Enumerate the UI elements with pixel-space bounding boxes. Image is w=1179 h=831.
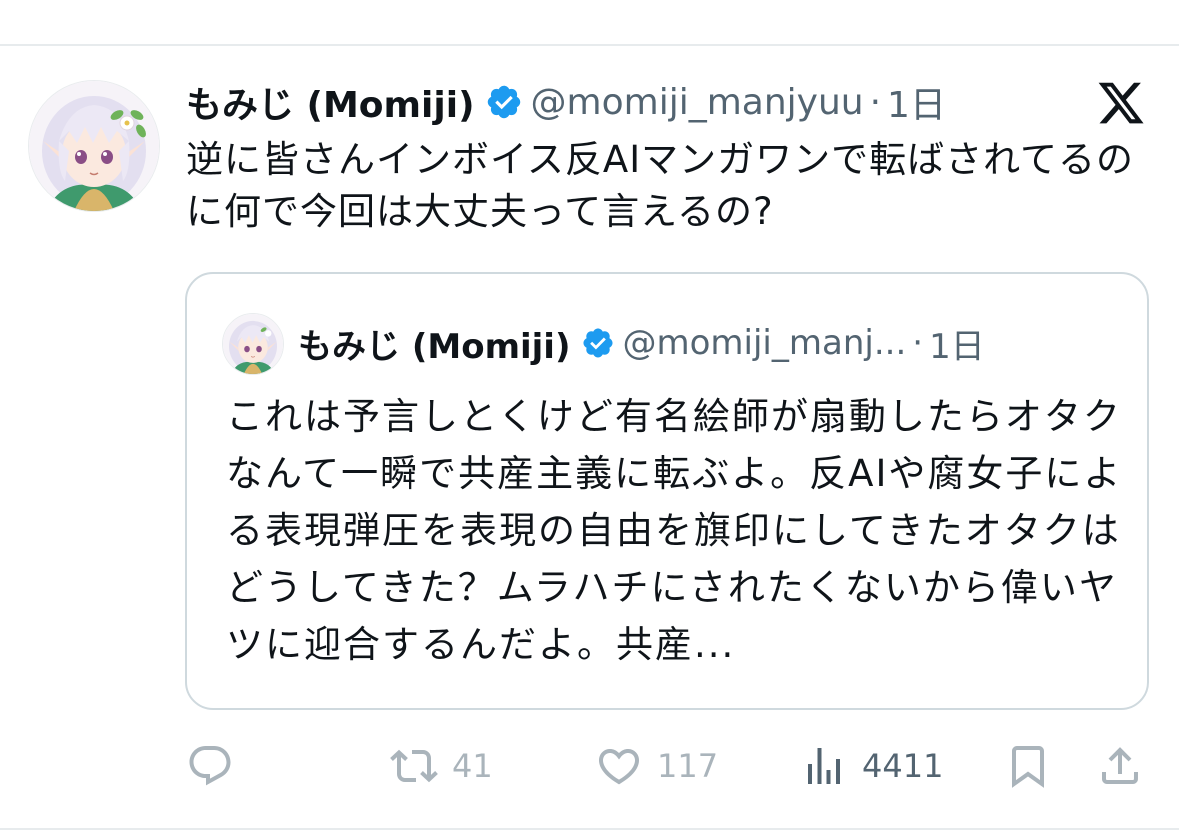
top-divider — [0, 44, 1179, 46]
retweet-icon — [390, 749, 438, 783]
avatar-image — [29, 81, 159, 211]
like-count: 117 — [657, 747, 719, 785]
view-count: 4411 — [862, 747, 944, 785]
quoted-separator-dot: · — [912, 323, 924, 363]
avatar[interactable] — [28, 80, 160, 212]
separator-dot: · — [869, 81, 882, 123]
bookmark-button[interactable] — [1004, 738, 1052, 794]
quoted-verified-badge-icon — [582, 328, 613, 358]
quoted-avatar-image — [223, 314, 283, 374]
like-button[interactable]: 117 — [595, 738, 718, 794]
bottom-divider — [0, 828, 1179, 830]
timestamp[interactable]: 1日 — [887, 76, 946, 128]
views-button[interactable]: 4411 — [800, 738, 943, 794]
action-bar: 41 117 4411 — [0, 738, 1179, 794]
display-name[interactable]: もみじ (Momiji) — [186, 76, 475, 128]
tweet-header: もみじ (Momiji) @momiji_manjyuu · 1日 — [186, 76, 946, 128]
bookmark-icon — [1012, 746, 1044, 788]
quoted-tweet-text: これは予言しとくけど有名絵師が扇動したらオタクなんて一瞬で共産主義に転ぶよ。反A… — [226, 395, 1123, 666]
quoted-display-name: もみじ (Momiji) — [298, 326, 571, 367]
quoted-timestamp: 1日 — [929, 326, 985, 367]
views-chart-icon — [808, 748, 840, 784]
heart-icon — [598, 749, 640, 785]
x-logo-icon[interactable] — [1096, 78, 1146, 128]
retweet-count: 41 — [452, 747, 493, 785]
reply-button[interactable] — [186, 738, 248, 794]
tweet-text: 逆に皆さんインボイス反AIマンガワンで転ばされてるのに何で今回は大丈夫って言える… — [186, 138, 1135, 233]
verified-badge-icon[interactable] — [485, 83, 523, 121]
quoted-handle: @momiji_manj... — [622, 323, 907, 363]
share-icon — [1102, 747, 1138, 784]
retweet-button[interactable]: 41 — [390, 738, 493, 794]
share-button[interactable] — [1096, 738, 1144, 794]
handle[interactable]: @momiji_manjyuu — [531, 82, 864, 123]
reply-icon — [189, 746, 231, 786]
quoted-avatar[interactable] — [222, 313, 284, 375]
quoted-tweet-header: もみじ (Momiji) @momiji_manj... · 1日 — [298, 318, 985, 368]
